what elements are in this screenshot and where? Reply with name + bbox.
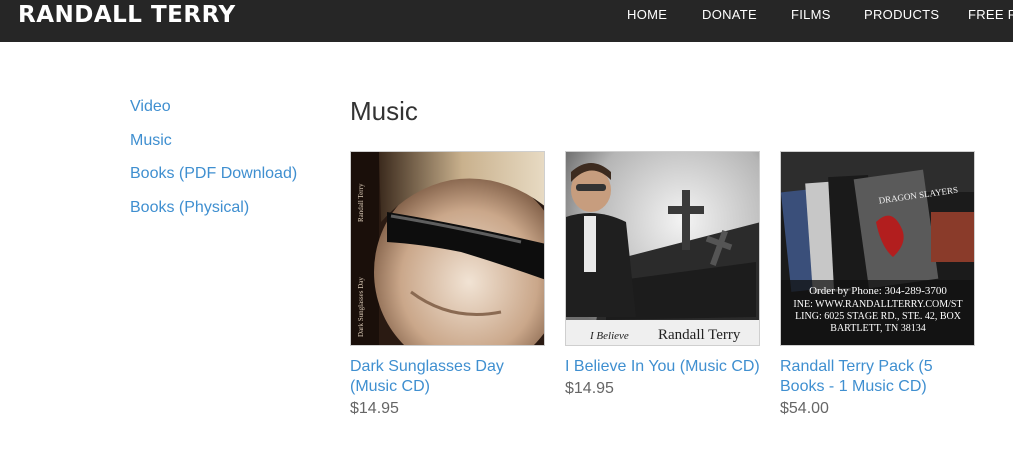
cover-text-artist: Randall Terry <box>658 327 741 343</box>
sidebar-item-video[interactable]: Video <box>130 98 171 116</box>
page-title: Music <box>350 96 418 126</box>
cover-text-album: Dark Sunglasses Day <box>357 277 365 337</box>
cover-text-city: BARTLETT, TN 38134 <box>830 323 925 334</box>
nav-donate[interactable]: DONATE <box>702 7 757 22</box>
nav-home[interactable]: HOME <box>627 7 667 22</box>
nav-free-resources[interactable]: FREE RE <box>968 7 1013 22</box>
product-name-i-believe-in-you[interactable]: I Believe In You (Music CD) <box>565 357 765 377</box>
product-image-randall-terry-pack[interactable]: DRAGON SLAYERS Order by Phone: 304-289-3… <box>780 151 975 346</box>
sidebar-item-music[interactable]: Music <box>130 132 172 150</box>
product-image-i-believe-in-you[interactable]: I Believe Randall Terry <box>565 151 760 346</box>
product-price-dark-sunglasses-day: $14.95 <box>350 400 399 417</box>
product-image-dark-sunglasses-day[interactable]: Randall Terry Dark Sunglasses Day <box>350 151 545 346</box>
cover-text-phone: Order by Phone: 304-289-3700 <box>809 285 947 297</box>
product-price-randall-terry-pack: $54.00 <box>780 400 829 417</box>
nav-films[interactable]: FILMS <box>791 7 831 22</box>
cover-text-title: I Believe <box>589 330 629 342</box>
sidebar-item-books-pdf[interactable]: Books (PDF Download) <box>130 165 297 183</box>
product-name-dark-sunglasses-day[interactable]: Dark Sunglasses Day (Music CD) <box>350 357 550 397</box>
top-nav-bar: RANDALL TERRY HOME DONATE FILMS PRODUCTS… <box>0 0 1013 42</box>
album-cover-dark-sunglasses-day: Randall Terry Dark Sunglasses Day <box>351 152 544 345</box>
album-cover-i-believe: I Believe Randall Terry <box>566 152 759 345</box>
cover-text-web: INE: WWW.RANDALLTERRY.COM/ST <box>793 299 962 310</box>
cover-text-artist: Randall Terry <box>357 183 365 222</box>
sidebar-item-books-physical[interactable]: Books (Physical) <box>130 199 249 217</box>
product-name-randall-terry-pack[interactable]: Randall Terry Pack (5 Books - 1 Music CD… <box>780 357 980 397</box>
product-price-i-believe-in-you: $14.95 <box>565 380 614 397</box>
cover-text-mailing: LING: 6025 STAGE RD., STE. 42, BOX <box>795 311 962 322</box>
book-pack-cover: DRAGON SLAYERS Order by Phone: 304-289-3… <box>781 152 974 345</box>
site-brand-link[interactable]: RANDALL TERRY <box>18 2 236 28</box>
nav-products[interactable]: PRODUCTS <box>864 7 939 22</box>
